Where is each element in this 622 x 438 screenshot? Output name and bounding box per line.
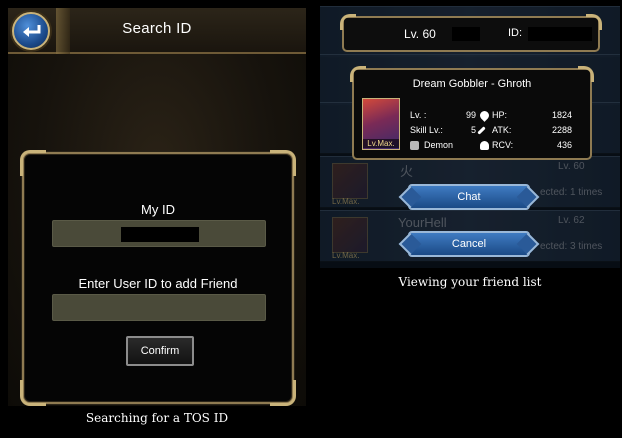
header-bar: Search ID [8,8,306,54]
hp-value: 1824 [551,110,572,120]
enter-user-id-label: Enter User ID to add Friend [78,276,238,291]
corner-ornament [270,150,296,176]
lv-label: Lv. : [410,110,427,120]
chat-button[interactable]: Chat [408,184,530,210]
rcv-label: RCV: [492,140,514,150]
my-id-field [52,220,266,247]
my-id-redacted-value [121,227,199,242]
atk-label: ATK: [492,125,512,135]
atk-value: 2288 [551,125,572,135]
card-level-tag: Lv.Max. [363,139,399,148]
confirm-button[interactable]: Confirm [126,336,194,366]
monster-info-panel: Dream Gobbler - Ghroth Lv.Max. Lv. : 99 … [350,66,594,160]
skill-level-value: 5 [470,125,476,135]
monster-card: Lv.Max. [362,98,400,150]
rcv-value: 436 [556,140,572,150]
demon-race-icon [410,141,419,150]
left-caption: Searching for a TOS ID [85,411,229,425]
search-id-screen: Search ID My ID Enter User ID to add Fri… [8,8,306,406]
corner-ornament [20,380,46,406]
hp-icon [478,109,491,122]
monster-name: Dream Gobbler - Ghroth [412,78,532,90]
back-button[interactable] [12,12,50,50]
user-id-input[interactable] [52,294,266,321]
lv-value: 99 [465,110,476,120]
rcv-heart-icon [480,141,489,150]
hp-label: HP: [492,110,508,120]
corner-ornament [270,380,296,406]
friend-id-label: ID: [508,27,523,39]
race-label: Demon [424,140,454,150]
back-arrow-icon [23,25,41,37]
friend-level: Lv. 60 [404,27,436,41]
skill-level-label: Skill Lv.: [410,125,443,135]
friend-list-screen: Lv.Max. 火 Lv. 60 ected: 1 times Lv.Max. … [320,6,620,268]
atk-icon [477,126,486,135]
redacted-block [528,27,592,41]
search-dialog: My ID Enter User ID to add Friend Confir… [20,150,296,406]
friend-level-id-bar: Lv. 60 ID: [340,14,602,52]
right-caption: Viewing your friend list [398,275,542,289]
redacted-block [452,27,480,41]
page-title: Search ID [122,20,192,37]
cancel-button[interactable]: Cancel [408,231,530,257]
my-id-label: My ID [141,202,175,217]
corner-ornament [20,150,46,176]
corner-ornament [340,14,356,30]
